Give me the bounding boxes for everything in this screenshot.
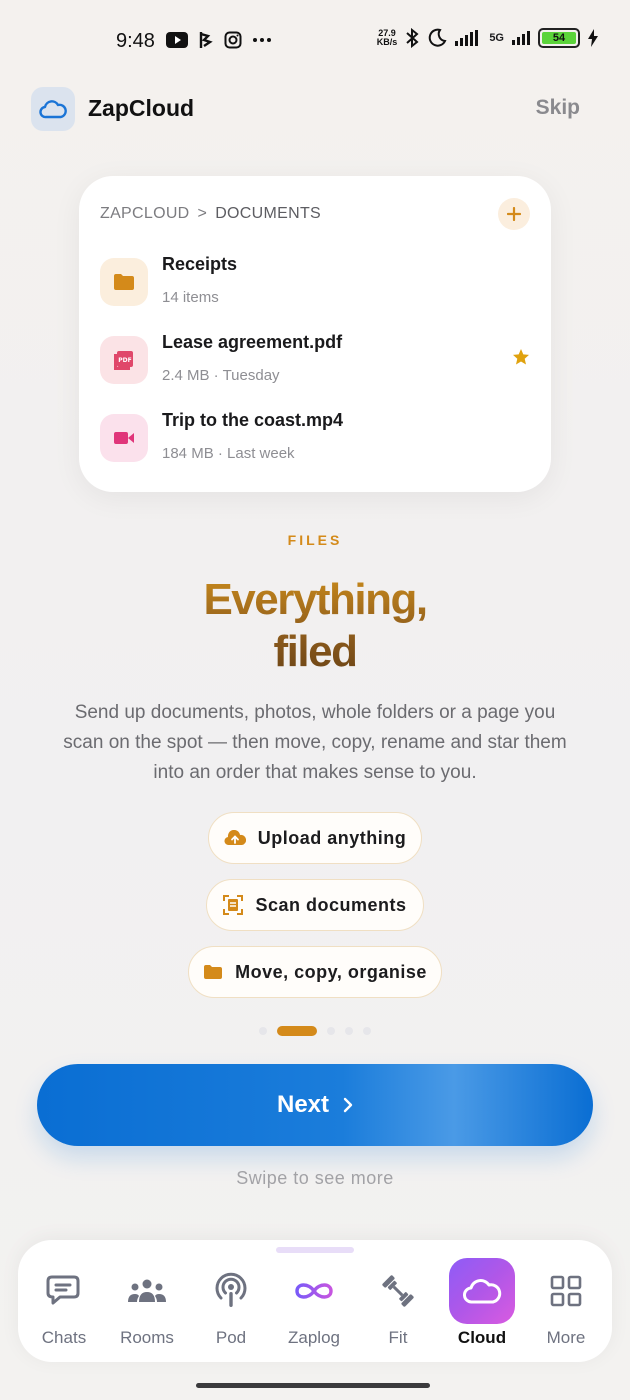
nav-label: Fit (388, 1328, 408, 1347)
nav-icon-wrap (31, 1258, 97, 1324)
page-dot[interactable] (363, 1027, 371, 1035)
nav-item-pod[interactable]: Pod (193, 1258, 269, 1354)
breadcrumb-separator: > (197, 205, 208, 222)
cloud-icon (463, 1279, 502, 1304)
nav-item-fit[interactable]: Fit (360, 1258, 436, 1354)
signal-icon (455, 30, 479, 46)
chevron-right-icon (343, 1097, 353, 1113)
feature-chip-organise: Move, copy, organise (188, 946, 442, 998)
nav-item-chats[interactable]: Chats (26, 1258, 102, 1354)
chat-icon (46, 1275, 80, 1305)
nav-item-rooms[interactable]: Rooms (109, 1258, 185, 1354)
page-dot[interactable] (327, 1027, 335, 1035)
moon-icon (429, 28, 447, 47)
nav-drag-handle (276, 1247, 354, 1253)
nav-icon-wrap (365, 1258, 431, 1324)
youtube-icon (166, 32, 188, 48)
page-dot[interactable] (259, 1027, 267, 1035)
file-name: Lease agreement.pdf (162, 332, 343, 352)
home-indicator[interactable] (196, 1383, 430, 1388)
signal-icon (512, 31, 530, 45)
add-button[interactable] (498, 198, 530, 230)
people-icon (128, 1279, 166, 1302)
more-dots-icon (253, 38, 271, 42)
file-meta: 2.4 MB · Tuesday (162, 367, 280, 384)
grid-icon (550, 1275, 582, 1307)
nav-label: More (546, 1328, 586, 1347)
breadcrumb-root: ZAPCLOUD (100, 205, 190, 222)
next-button[interactable]: Next (37, 1064, 593, 1146)
bottom-navigation: Chats Rooms Pod Zaplog Fit Cloud More (18, 1240, 612, 1362)
nav-label: Cloud (457, 1328, 507, 1347)
file-meta: 14 items (162, 289, 219, 306)
file-row-trip-video[interactable]: Trip to the coast.mp4 184 MB · Last week (100, 410, 530, 470)
status-time: 9:48 (116, 30, 155, 52)
file-name: Trip to the coast.mp4 (162, 410, 344, 430)
page-dot-active[interactable] (277, 1026, 317, 1036)
chip-label: Upload anything (257, 827, 407, 848)
folder-icon (114, 274, 134, 290)
net-speed: 27.9 KB/s (376, 28, 398, 47)
instagram-icon (224, 31, 242, 49)
feature-chip-scan: Scan documents (206, 879, 424, 931)
page-dot[interactable] (345, 1027, 353, 1035)
swipe-hint: Swipe to see more (236, 1168, 394, 1188)
network-type: 5G (489, 32, 504, 44)
podcast-icon (215, 1272, 247, 1307)
nav-icon-wrap (449, 1258, 515, 1324)
nav-item-cloud[interactable]: Cloud (444, 1258, 520, 1354)
nav-item-zaplog[interactable]: Zaplog (276, 1258, 352, 1354)
breadcrumb: ZAPCLOUD > DOCUMENTS (100, 205, 321, 223)
ev-icon (199, 32, 213, 48)
page-title: Everything, filed (0, 574, 630, 678)
file-name: Receipts (162, 254, 238, 274)
cloud-icon (39, 100, 67, 119)
chip-label: Move, copy, organise (235, 961, 427, 982)
next-label: Next (276, 1091, 330, 1118)
page-indicator (0, 1026, 630, 1036)
dumbbell-icon (382, 1275, 414, 1307)
title-line-2: filed (273, 627, 357, 676)
bluetooth-icon (406, 28, 419, 48)
skip-button[interactable]: Skip (536, 96, 580, 120)
app-name: ZapCloud (88, 95, 195, 121)
upload-cloud-icon (224, 830, 246, 846)
nav-label: Zaplog (288, 1328, 340, 1347)
nav-icon-wrap (198, 1258, 264, 1324)
description: Send up documents, photos, whole folders… (63, 702, 567, 783)
file-icon-wrap (100, 414, 148, 462)
folder-icon (204, 965, 223, 979)
nav-item-more[interactable]: More (528, 1258, 604, 1354)
files-preview-card: ZAPCLOUD > DOCUMENTS Receipts 14 items P… (79, 176, 551, 492)
breadcrumb-current: DOCUMENTS (215, 205, 321, 222)
plus-icon (507, 207, 521, 221)
infinity-icon (295, 1283, 333, 1299)
scan-icon (223, 895, 244, 915)
app-logo (31, 87, 75, 131)
chip-label: Scan documents (255, 894, 407, 915)
file-row-receipts[interactable]: Receipts 14 items (100, 254, 530, 314)
file-icon-wrap: PDF (100, 336, 148, 384)
svg-text:PDF: PDF (118, 357, 131, 364)
star-icon[interactable] (512, 348, 530, 366)
nav-label: Pod (215, 1328, 247, 1347)
file-row-lease-agreement[interactable]: PDF Lease agreement.pdf 2.4 MB · Tuesday (100, 332, 530, 392)
status-bar: 9:48 27.9 KB/s 5G 54 (0, 0, 630, 84)
pdf-icon: PDF (114, 351, 133, 370)
nav-icon-wrap (281, 1258, 347, 1324)
battery-indicator: 54 (538, 28, 580, 48)
nav-label: Rooms (120, 1328, 174, 1347)
charging-icon (588, 29, 598, 47)
nav-icon-wrap (114, 1258, 180, 1324)
nav-label: Chats (41, 1328, 87, 1347)
title-line-1: Everything, (203, 575, 427, 624)
file-meta: 184 MB · Last week (162, 445, 295, 462)
nav-icon-wrap (533, 1258, 599, 1324)
feature-chip-upload: Upload anything (208, 812, 422, 864)
file-icon-wrap (100, 258, 148, 306)
section-eyebrow: FILES (287, 532, 343, 548)
video-icon (114, 432, 134, 444)
